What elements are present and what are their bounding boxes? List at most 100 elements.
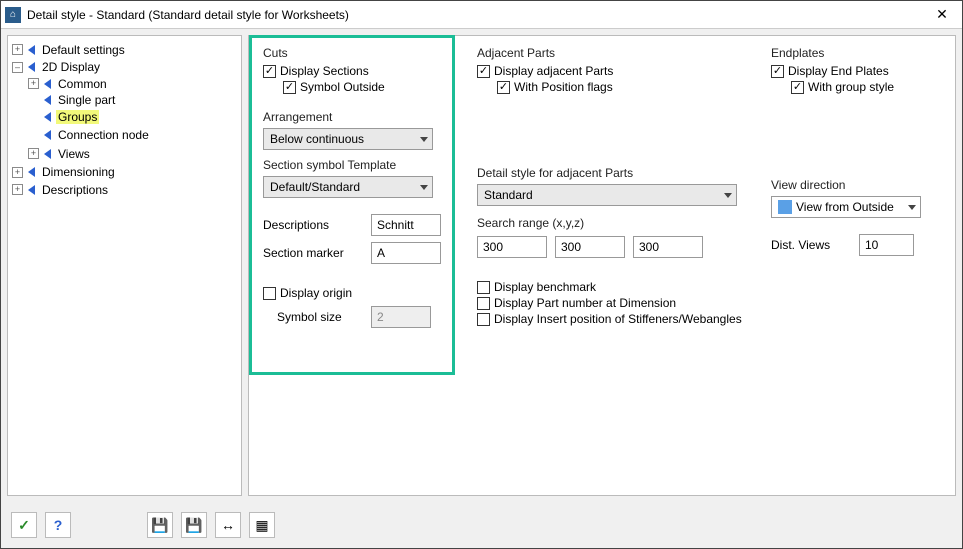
symbol-size-input: [371, 306, 431, 328]
dist-views-label: Dist. Views: [771, 238, 851, 252]
tree-label: Groups: [56, 110, 99, 124]
search-x-input[interactable]: [477, 236, 547, 258]
expand-icon[interactable]: +: [12, 44, 23, 55]
search-range-label: Search range (x,y,z): [477, 216, 747, 230]
view-direction-label: View direction: [771, 178, 941, 192]
view-direction-group: View direction View from Outside Dist. V…: [771, 178, 941, 256]
view-direction-combo[interactable]: View from Outside: [771, 196, 921, 218]
display-origin-checkbox[interactable]: [263, 287, 276, 300]
node-arrow-icon: [44, 95, 51, 105]
node-arrow-icon: [28, 167, 35, 177]
tree-panel: + Default settings – 2D Display: [7, 35, 242, 496]
node-arrow-icon: [28, 45, 35, 55]
display-benchmark-row: Display benchmark: [477, 280, 747, 294]
display-endplates-checkbox[interactable]: [771, 65, 784, 78]
display-benchmark-checkbox[interactable]: [477, 281, 490, 294]
display-sections-row: Display Sections: [263, 64, 453, 78]
arrangement-value: Below continuous: [270, 132, 364, 146]
symbol-size-row: Symbol size: [263, 306, 453, 328]
cuts-group: Cuts Display Sections Symbol Outside Arr…: [263, 46, 453, 264]
chevron-down-icon: [420, 185, 428, 190]
cuts-title: Cuts: [263, 46, 453, 60]
symbol-size-label: Symbol size: [263, 310, 363, 324]
with-group-style-checkbox[interactable]: [791, 81, 804, 94]
display-adjacent-checkbox[interactable]: [477, 65, 490, 78]
display-origin-row: Display origin: [263, 286, 453, 300]
save-all-button[interactable]: 💾: [181, 512, 207, 538]
tree-item-single-part[interactable]: Single part: [28, 93, 117, 107]
tree-item-connection-node[interactable]: Connection node: [28, 128, 151, 142]
adjacent-style-combo[interactable]: Standard: [477, 184, 737, 206]
dialog-body: + Default settings – 2D Display: [1, 29, 962, 502]
endplates-group: Endplates Display End Plates With group …: [771, 46, 941, 94]
node-arrow-icon: [44, 79, 51, 89]
section-marker-row: Section marker: [263, 242, 453, 264]
titlebar: ⌂ Detail style - Standard (Standard deta…: [1, 1, 962, 29]
node-arrow-icon: [44, 149, 51, 159]
expand-placeholder: [28, 129, 39, 140]
grid-button[interactable]: ▦: [249, 512, 275, 538]
tree-item-descriptions[interactable]: + Descriptions: [12, 183, 110, 197]
section-template-combo[interactable]: Default/Standard: [263, 176, 433, 198]
expand-icon[interactable]: +: [28, 78, 39, 89]
display-partnum-row: Display Part number at Dimension: [477, 296, 747, 310]
node-arrow-icon: [44, 130, 51, 140]
content-panel: Cuts Display Sections Symbol Outside Arr…: [248, 35, 956, 496]
display-sections-label: Display Sections: [280, 64, 369, 78]
tree-item-groups[interactable]: Groups: [28, 110, 99, 124]
with-position-flags-checkbox[interactable]: [497, 81, 510, 94]
section-marker-input[interactable]: [371, 242, 441, 264]
tree-item-default-settings[interactable]: + Default settings: [12, 43, 127, 57]
search-z-input[interactable]: [633, 236, 703, 258]
chevron-down-icon: [724, 193, 732, 198]
tree-item-common[interactable]: + Common: [28, 77, 109, 91]
swap-button[interactable]: ↔: [215, 512, 241, 538]
display-partnum-checkbox[interactable]: [477, 297, 490, 310]
display-insert-checkbox[interactable]: [477, 313, 490, 326]
display-benchmark-label: Display benchmark: [494, 280, 596, 294]
dist-views-input[interactable]: [859, 234, 914, 256]
section-template-label: Section symbol Template: [263, 158, 453, 172]
close-button[interactable]: ✕: [926, 3, 958, 27]
with-position-flags-label: With Position flags: [514, 80, 613, 94]
node-arrow-icon: [44, 112, 51, 122]
tree-item-2d-display[interactable]: – 2D Display: [12, 60, 102, 74]
collapse-icon[interactable]: –: [12, 62, 23, 73]
tree-label: Views: [56, 147, 92, 161]
save-button[interactable]: 💾: [147, 512, 173, 538]
tree-item-dimensioning[interactable]: + Dimensioning: [12, 165, 117, 179]
adjacent-group: Adjacent Parts Display adjacent Parts Wi…: [477, 46, 747, 258]
expand-icon[interactable]: +: [12, 184, 23, 195]
tree-label: Connection node: [56, 128, 151, 142]
with-group-style-label: With group style: [808, 80, 894, 94]
display-endplates-row: Display End Plates: [771, 64, 941, 78]
descriptions-label: Descriptions: [263, 218, 363, 232]
display-adjacent-label: Display adjacent Parts: [494, 64, 613, 78]
tree-label: 2D Display: [40, 60, 102, 74]
adjacent-style-value: Standard: [484, 188, 533, 202]
display-sections-checkbox[interactable]: [263, 65, 276, 78]
dialog-window: ⌂ Detail style - Standard (Standard deta…: [0, 0, 963, 549]
adjacent-title: Adjacent Parts: [477, 46, 747, 60]
expand-icon[interactable]: +: [12, 167, 23, 178]
tree-item-views[interactable]: + Views: [28, 147, 92, 161]
with-group-style-row: With group style: [791, 80, 941, 94]
arrangement-combo[interactable]: Below continuous: [263, 128, 433, 150]
display-adjacent-row: Display adjacent Parts: [477, 64, 747, 78]
tree-label: Dimensioning: [40, 165, 117, 179]
search-y-input[interactable]: [555, 236, 625, 258]
symbol-outside-label: Symbol Outside: [300, 80, 385, 94]
origin-group: Display origin Symbol size: [263, 286, 453, 328]
descriptions-input[interactable]: [371, 214, 441, 236]
tree-label: Common: [56, 77, 109, 91]
chevron-down-icon: [420, 137, 428, 142]
help-button[interactable]: ?: [45, 512, 71, 538]
display-partnum-label: Display Part number at Dimension: [494, 296, 676, 310]
symbol-outside-checkbox[interactable]: [283, 81, 296, 94]
ok-button[interactable]: ✓: [11, 512, 37, 538]
display-insert-label: Display Insert position of Stiffeners/We…: [494, 312, 742, 326]
expand-icon[interactable]: +: [28, 148, 39, 159]
benchmark-group: Display benchmark Display Part number at…: [477, 280, 747, 326]
descriptions-row: Descriptions: [263, 214, 453, 236]
view-icon: [778, 200, 792, 214]
